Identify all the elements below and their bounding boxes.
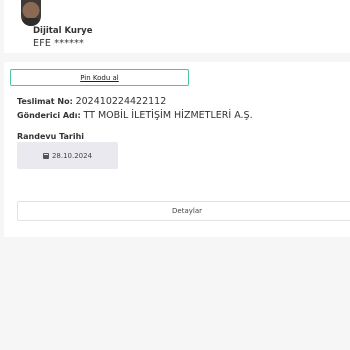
- courier-name: EFE ******: [33, 38, 84, 49]
- courier-role: Dijital Kurye: [33, 26, 93, 36]
- appointment-date: 28.10.2024: [51, 151, 93, 160]
- details-button[interactable]: Detaylar: [17, 201, 350, 221]
- appointment-label: Randevu Tarihi: [17, 132, 85, 141]
- calendar-icon: [42, 152, 49, 159]
- delivery-number-value: 202410224422112: [75, 96, 167, 107]
- delivery-number-row: Teslimat No: 202410224422112: [17, 96, 167, 107]
- sender-label: Gönderici Adı: [17, 111, 78, 120]
- sender-value: TT MOBİL İLETİŞİM HİZMETLERİ A.Ş.: [83, 110, 253, 121]
- pin-code-button[interactable]: Pin Kodu al: [10, 69, 189, 86]
- avatar: [21, 0, 41, 26]
- sender-row: Gönderici Adı: TT MOBİL İLETİŞİM HİZMETL…: [17, 110, 253, 121]
- appointment-date-box[interactable]: 28.10.2024: [17, 142, 118, 169]
- delivery-number-label: Teslimat No: [17, 97, 70, 106]
